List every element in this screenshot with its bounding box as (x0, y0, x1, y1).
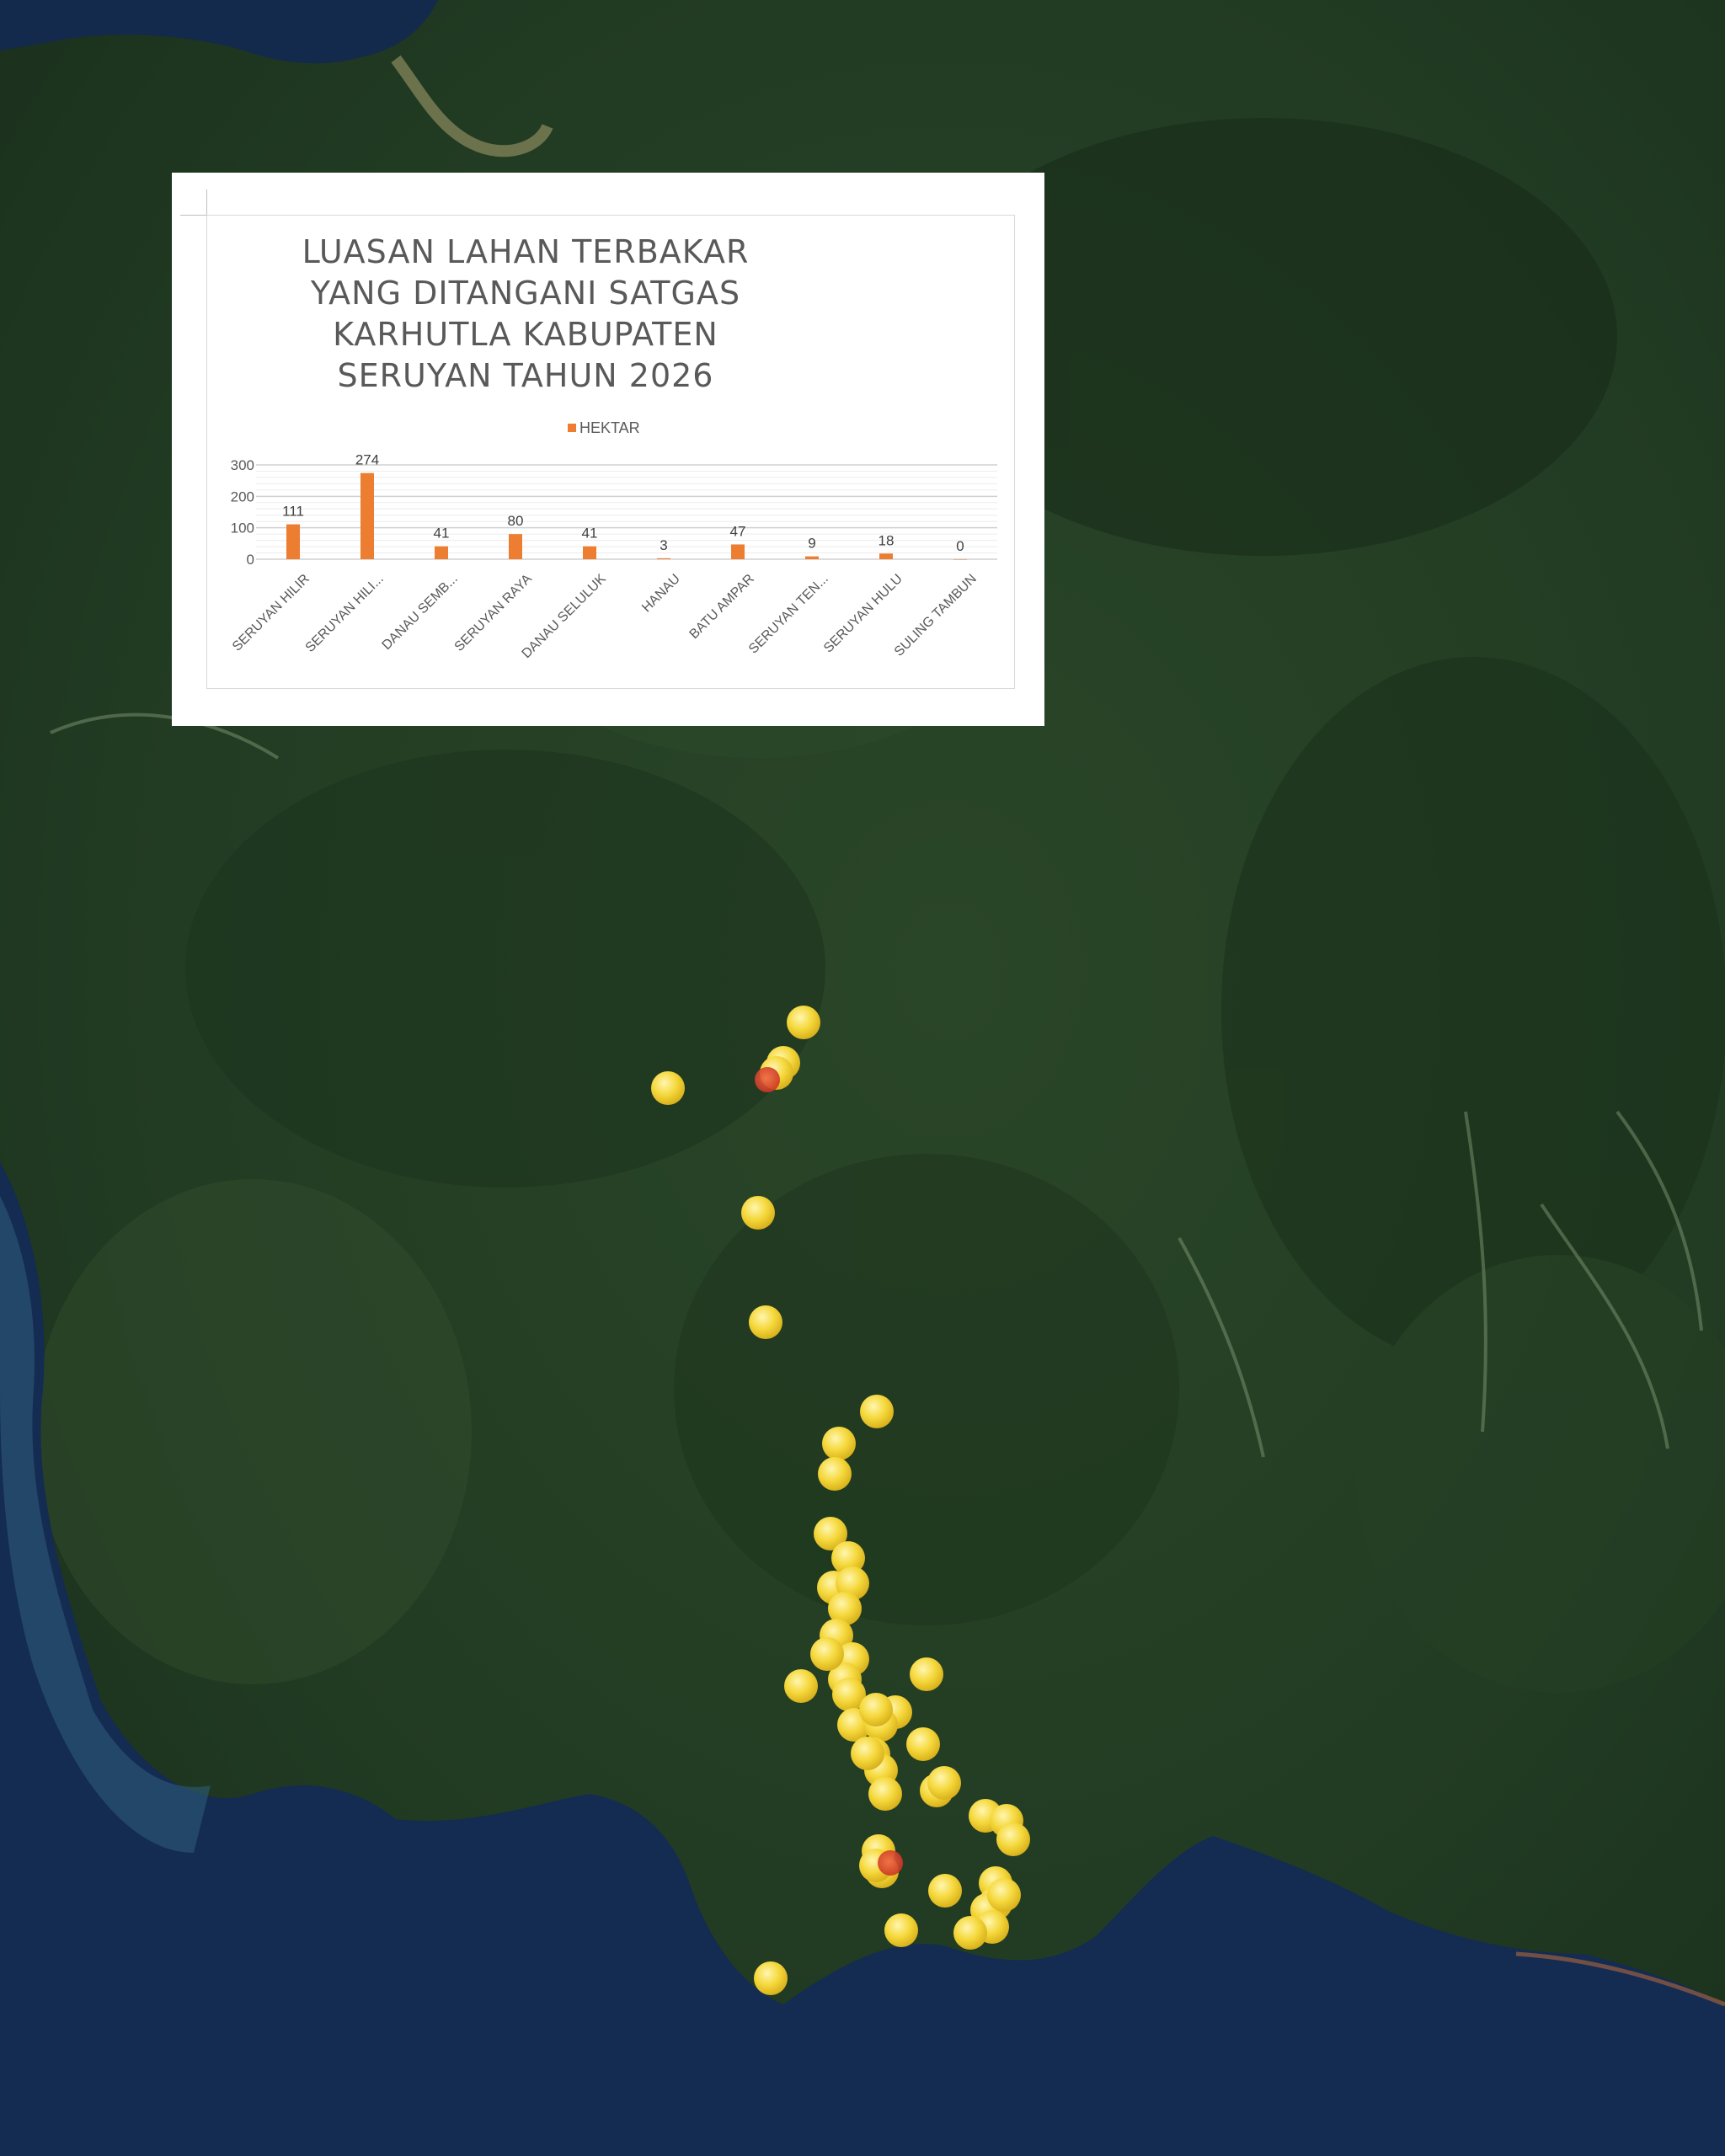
bar (286, 524, 300, 559)
hotspot-marker[interactable] (910, 1657, 943, 1691)
hotspot-marker[interactable] (822, 1427, 856, 1460)
hotspot-marker[interactable] (884, 1913, 918, 1947)
hotspot-marker[interactable] (996, 1822, 1030, 1856)
x-tick-label: SERUYAN HILI... (303, 572, 387, 655)
hotspot-marker[interactable] (651, 1071, 685, 1105)
bar (731, 544, 745, 559)
data-label: 0 (956, 538, 964, 554)
y-tick-label: 100 (231, 520, 254, 536)
bar (509, 534, 522, 559)
hotspot-marker[interactable] (859, 1693, 893, 1726)
hotspot-marker[interactable] (953, 1916, 987, 1950)
data-label: 80 (508, 513, 524, 529)
data-label: 3 (660, 537, 667, 553)
hotspot-marker[interactable] (784, 1669, 818, 1703)
hotspot-marker[interactable] (906, 1727, 940, 1761)
data-label: 47 (730, 523, 746, 539)
data-label: 111 (282, 504, 304, 520)
x-tick-label: SERUYAN RAYA (452, 572, 535, 654)
x-tick-label: SULING TAMBUN (892, 572, 980, 659)
x-tick-label: DANAU SELULUK (519, 572, 609, 662)
bar (805, 556, 819, 559)
hotspot-marker[interactable] (810, 1637, 844, 1671)
data-label: 18 (879, 532, 895, 548)
bar (879, 553, 893, 559)
hotspot-marker-red[interactable] (755, 1067, 780, 1092)
hotspot-marker[interactable] (749, 1305, 782, 1339)
hotspot-marker[interactable] (787, 1006, 820, 1039)
data-label: 41 (582, 526, 598, 542)
y-tick-label: 300 (231, 457, 254, 473)
bar-chart: 0 100 200 300 111 SERUYAN HILIR 274 SERUYAN HIL… (230, 452, 997, 662)
data-label: 9 (808, 536, 815, 552)
data-label: 41 (434, 526, 450, 542)
x-tick-label: SERUYAN HULU (821, 572, 905, 656)
hotspot-marker[interactable] (860, 1395, 894, 1428)
hotspot-marker[interactable] (851, 1737, 884, 1770)
y-tick-label: 200 (231, 488, 254, 504)
hotspot-marker[interactable] (928, 1874, 962, 1908)
x-tick-label: SERUYAN TEN... (746, 572, 831, 657)
bar (657, 558, 670, 559)
hotspot-marker[interactable] (741, 1196, 775, 1230)
hotspot-marker[interactable] (868, 1777, 902, 1811)
hotspot-marker[interactable] (927, 1766, 961, 1800)
x-tick-label: SERUYAN HILIR (230, 572, 312, 654)
chart-card: LUASAN LAHAN TERBAKAR YANG DITANGANI SAT… (172, 173, 1044, 726)
x-tick-label: HANAU (639, 572, 683, 616)
bar (435, 546, 448, 559)
x-tick-label: DANAU SEMB... (380, 572, 461, 653)
hotspot-marker[interactable] (818, 1457, 852, 1491)
x-tick-label: BATU AMPAR (687, 572, 757, 642)
data-label: 274 (355, 452, 379, 468)
y-tick-label: 0 (247, 552, 254, 568)
hotspot-marker[interactable] (987, 1878, 1021, 1912)
hotspot-marker[interactable] (754, 1961, 788, 1995)
bar (360, 472, 374, 559)
bar (583, 546, 596, 559)
bar (953, 559, 967, 560)
hotspot-marker-red[interactable] (878, 1850, 903, 1876)
